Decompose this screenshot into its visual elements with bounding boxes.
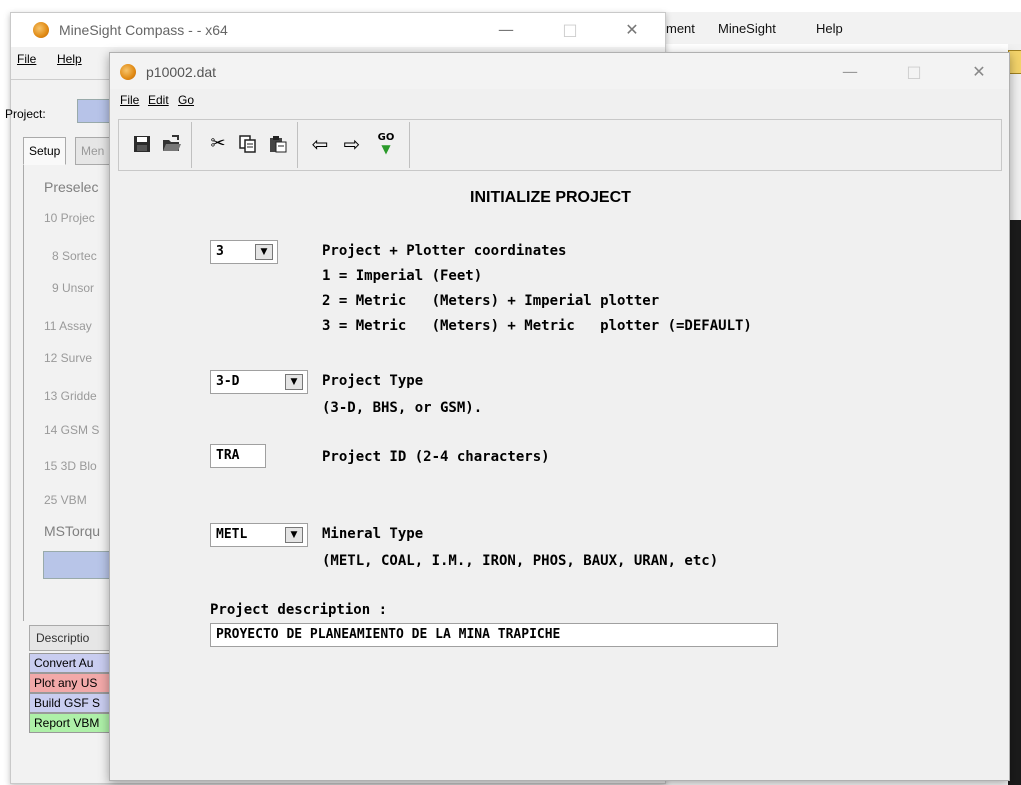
minimize-icon[interactable]: —	[835, 57, 865, 87]
minimize-icon[interactable]: —	[491, 15, 521, 45]
project-label: Project:	[5, 107, 46, 121]
dat-window: p10002.dat — □ ✕ File Edit Go ✂ ⇦ ⇨ GO ▼	[109, 52, 1010, 781]
maximize-icon[interactable]: □	[899, 57, 929, 87]
procedure-item[interactable]: 15 3D Blo	[44, 459, 97, 473]
compass-title: MineSight Compass - - x64	[59, 22, 228, 38]
compass-titlebar: MineSight Compass - - x64 — □ ✕	[11, 13, 665, 47]
description-field[interactable]: PROYECTO DE PLANEAMIENTO DE LA MINA TRAP…	[210, 623, 778, 647]
page-title: INITIALIZE PROJECT	[470, 189, 631, 206]
compass-menu-file[interactable]: File	[17, 52, 36, 66]
toolbar-separator	[191, 122, 192, 168]
procedure-item[interactable]: 10 Projec	[44, 211, 95, 225]
save-icon[interactable]	[129, 130, 155, 158]
bg-menu-help[interactable]: Help	[816, 21, 843, 36]
go-arrow-icon: ▼	[381, 142, 391, 156]
go-icon[interactable]: GO ▼	[373, 130, 399, 158]
minesight-logo-icon	[120, 64, 136, 80]
mineral-type-select[interactable]: METL ▼	[210, 523, 308, 547]
coordinates-select[interactable]: 3 ▼	[210, 240, 278, 264]
mineral-type-help: (METL, COAL, I.M., IRON, PHOS, BAUX, URA…	[322, 553, 719, 569]
menu-go[interactable]: Go	[178, 93, 194, 107]
mineral-type-value: METL	[216, 527, 248, 542]
menu-edit-label: Edit	[148, 93, 169, 107]
minesight-logo-icon	[33, 22, 49, 38]
description-value: PROYECTO DE PLANEAMIENTO DE LA MINA TRAP…	[216, 627, 561, 642]
procedure-item[interactable]: 11 Assay	[44, 319, 92, 333]
menu-file[interactable]: File	[120, 93, 139, 107]
project-type-select[interactable]: 3-D ▼	[210, 370, 308, 394]
project-type-help: (3-D, BHS, or GSM).	[322, 400, 483, 416]
coordinates-option: 3 = Metric (Meters) + Metric plotter (=D…	[322, 318, 752, 334]
procedure-item[interactable]: 8 Sortec	[52, 249, 97, 263]
compass-menu-help[interactable]: Help	[57, 52, 82, 66]
toolbar: ✂ ⇦ ⇨ GO ▼	[118, 119, 1002, 171]
coordinates-option: 2 = Metric (Meters) + Imperial plotter	[322, 293, 660, 309]
project-id-label: Project ID (2-4 characters)	[322, 449, 550, 465]
procedure-item[interactable]: 9 Unsor	[52, 281, 94, 295]
procedure-item[interactable]: 14 GSM S	[44, 423, 99, 437]
back-arrow-icon[interactable]: ⇦	[307, 130, 333, 158]
project-type-label: Project Type	[322, 373, 424, 389]
mstorque-heading: MSTorqu	[44, 523, 101, 539]
procedure-item[interactable]: 25 VBM	[44, 493, 87, 507]
mineral-type-label: Mineral Type	[322, 526, 424, 542]
compass-menu-help-label: Help	[57, 52, 82, 66]
tab-menu[interactable]: Men	[75, 137, 111, 165]
menu-edit[interactable]: Edit	[148, 93, 169, 107]
procedure-item[interactable]: 13 Gridde	[44, 389, 97, 403]
open-icon[interactable]	[159, 130, 185, 158]
toolbar-separator	[409, 122, 410, 168]
coordinates-value: 3	[216, 244, 224, 259]
bg-menu-minesight[interactable]: MineSight	[718, 21, 776, 36]
dat-title: p10002.dat	[146, 64, 217, 80]
cut-icon[interactable]: ✂	[205, 130, 231, 158]
dat-menubar: File Edit Go	[110, 89, 1009, 111]
close-icon[interactable]: ✕	[617, 15, 647, 45]
background-menubar: ment MineSight Help	[660, 12, 1021, 44]
chevron-down-icon[interactable]: ▼	[285, 527, 303, 543]
chevron-down-icon[interactable]: ▼	[255, 244, 273, 260]
project-id-value: TRA	[216, 448, 240, 463]
maximize-icon[interactable]: □	[555, 15, 585, 45]
coordinates-option: 1 = Imperial (Feet)	[322, 268, 483, 284]
procedure-item[interactable]: 12 Surve	[44, 351, 92, 365]
menu-file-label: File	[120, 93, 140, 107]
forward-arrow-icon[interactable]: ⇨	[339, 130, 365, 158]
paste-icon[interactable]	[265, 130, 291, 158]
coordinates-label: Project + Plotter coordinates	[322, 243, 567, 259]
dat-titlebar: p10002.dat — □ ✕	[110, 53, 1009, 89]
preselected-heading: Preselec	[44, 179, 99, 195]
divider	[11, 79, 121, 80]
project-id-field[interactable]: TRA	[210, 444, 266, 468]
description-label: Project description :	[210, 602, 388, 618]
toolbar-separator	[297, 122, 298, 168]
copy-icon[interactable]	[235, 130, 261, 158]
bg-menu-item[interactable]: ment	[666, 21, 695, 36]
project-type-value: 3-D	[216, 374, 240, 389]
compass-menu-file-label: File	[17, 52, 37, 66]
menu-go-label: Go	[178, 93, 195, 107]
close-icon[interactable]: ✕	[964, 57, 994, 87]
tab-setup[interactable]: Setup	[23, 137, 67, 165]
chevron-down-icon[interactable]: ▼	[285, 374, 303, 390]
